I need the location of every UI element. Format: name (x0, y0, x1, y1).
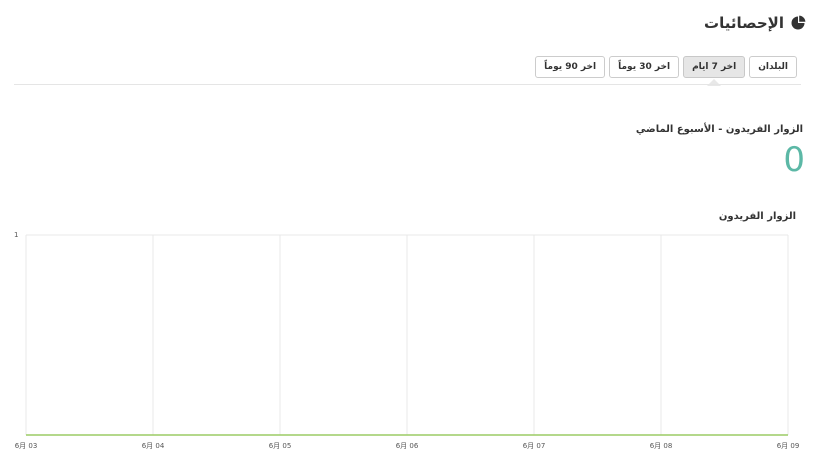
x-tick-label: 6月 09 (777, 442, 800, 450)
x-tick-label: 6月 03 (15, 442, 38, 450)
x-tick-label: 6月 04 (142, 442, 165, 450)
unique-visitors-chart: 6月 03 6月 04 6月 05 6月 06 6月 07 6月 08 6月 09 1 (14, 231, 800, 450)
x-tick-label: 6月 05 (269, 442, 292, 450)
y-tick-label: 1 (14, 231, 18, 239)
x-tick-label: 6月 07 (523, 442, 546, 450)
x-tick-label: 6月 08 (650, 442, 673, 450)
x-tick-label: 6月 06 (396, 442, 419, 450)
statistics-page: الإحصائيات البلدان اخر 7 ايام اخر 30 يوم… (0, 0, 815, 460)
